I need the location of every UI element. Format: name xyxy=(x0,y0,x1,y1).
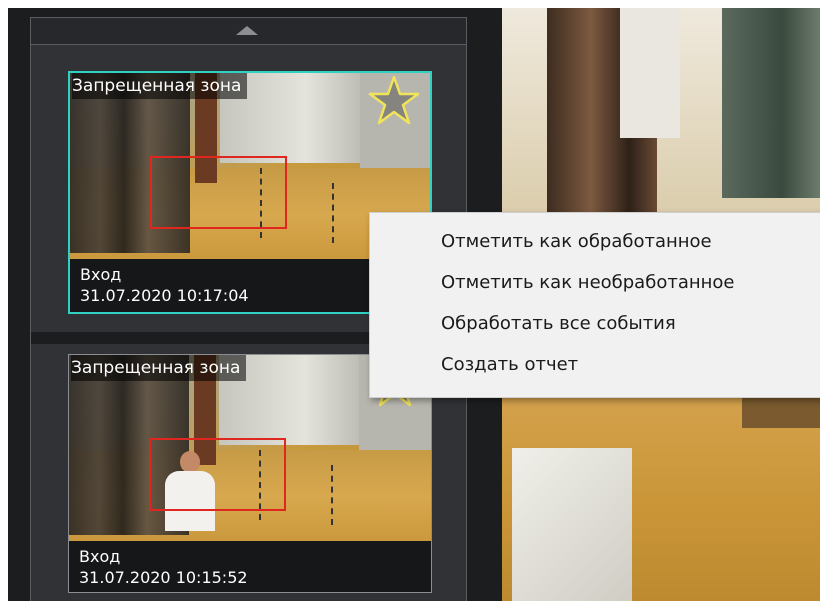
context-menu: Отметить как обработанное Отметить как н… xyxy=(369,212,820,398)
menu-item-mark-unprocessed[interactable]: Отметить как необработанное xyxy=(370,264,820,304)
menu-item-label: Отметить как необработанное xyxy=(441,272,735,293)
restricted-zone-outline xyxy=(149,438,286,511)
event-title: Запрещенная зона xyxy=(71,355,247,381)
menu-item-process-all-events[interactable]: Обработать все события xyxy=(370,305,820,345)
event-title: Запрещенная зона xyxy=(72,73,248,99)
scroll-up-button[interactable] xyxy=(30,17,467,45)
restricted-zone-outline xyxy=(150,156,287,229)
event-timestamp: 31.07.2020 10:15:52 xyxy=(79,568,248,587)
menu-item-label: Отметить как обработанное xyxy=(441,231,712,252)
menu-item-create-report[interactable]: Создать отчет xyxy=(370,346,820,386)
menu-item-label: Создать отчет xyxy=(441,354,579,375)
menu-item-label: Обработать все события xyxy=(441,313,676,334)
triangle-up-icon xyxy=(236,26,258,35)
camera-name: Вход xyxy=(80,265,122,284)
camera-name: Вход xyxy=(79,547,121,566)
star-outline-icon[interactable] xyxy=(366,73,422,129)
menu-item-mark-processed[interactable]: Отметить как обработанное xyxy=(370,223,820,263)
event-info: Вход 31.07.2020 10:15:52 xyxy=(69,541,431,592)
event-timestamp: 31.07.2020 10:17:04 xyxy=(80,286,249,305)
